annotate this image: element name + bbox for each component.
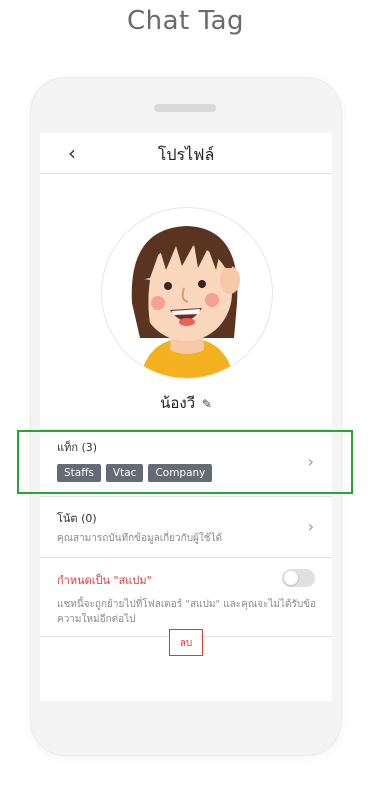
spam-title: กำหนดเป็น "สแปม" xyxy=(57,574,152,587)
spam-toggle[interactable] xyxy=(282,569,315,587)
notes-title: โน้ต (0) xyxy=(57,512,97,525)
pencil-icon[interactable]: ✎ xyxy=(202,397,212,411)
avatar xyxy=(101,207,273,379)
notes-chevron-icon[interactable]: › xyxy=(308,517,314,536)
delete-button[interactable]: ลบ xyxy=(169,629,203,656)
profile-name-row: น้องวี ✎ xyxy=(40,391,332,415)
toggle-knob xyxy=(284,571,298,585)
divider xyxy=(40,557,332,558)
spam-description-line1: แชทนี้จะถูกย้ายไปที่โฟลเดอร์ "สแปม" และค… xyxy=(57,599,317,610)
avatar-illustration xyxy=(131,226,240,378)
notes-subtitle: คุณสามารถบันทึกข้อมูลเกี่ยวกับผู้ใช้ได้ xyxy=(57,533,223,544)
profile-name: น้องวี xyxy=(160,394,196,412)
page-caption: Chat Tag xyxy=(126,6,245,36)
screen-title: โปรไฟล์ xyxy=(157,145,215,164)
divider xyxy=(40,496,332,497)
spam-description-line2: ความใหม่อีกต่อไป xyxy=(57,614,136,625)
app-screen: ‹ โปรไฟล์ น้องวี ✎ แท็ก (3) Staffs Vtac … xyxy=(40,133,332,701)
phone-speaker xyxy=(154,104,216,112)
top-bar: ‹ โปรไฟล์ xyxy=(40,133,332,174)
tags-highlight-box xyxy=(17,430,353,494)
